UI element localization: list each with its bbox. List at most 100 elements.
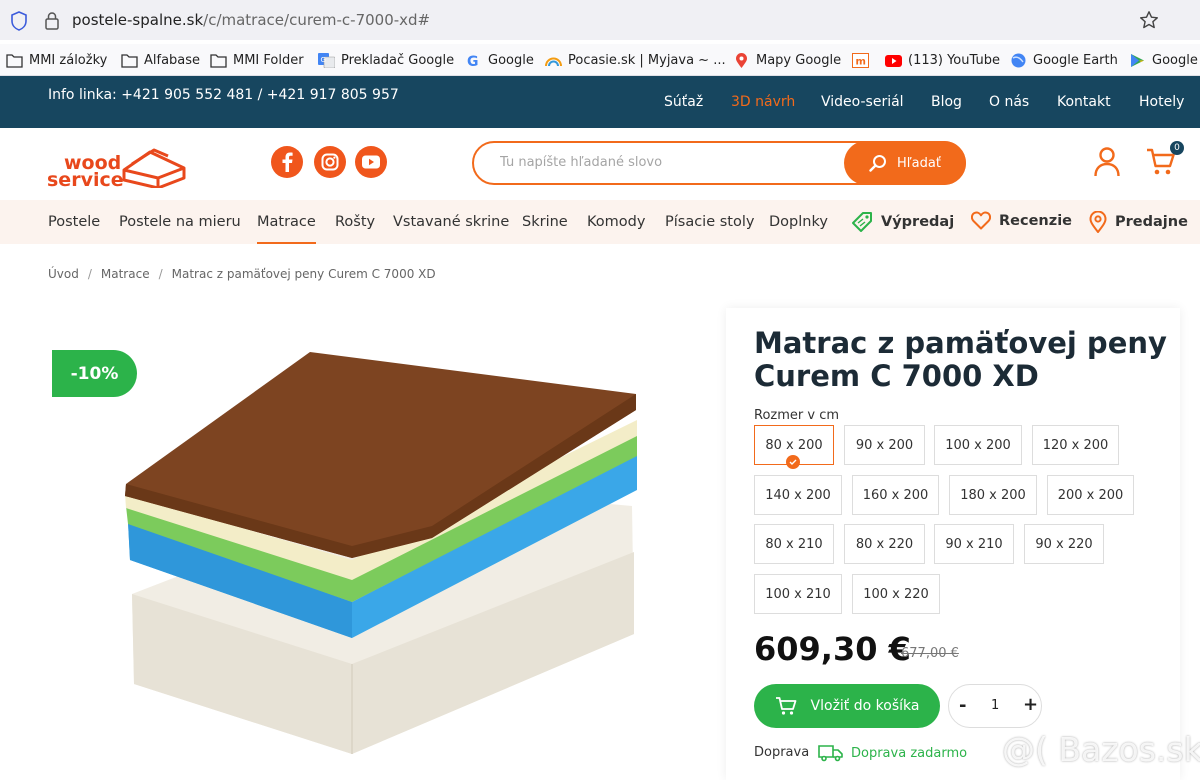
wood-service-logo[interactable]: wood service — [46, 138, 191, 190]
bookmark-youtube[interactable]: (113) YouTube — [885, 51, 1000, 69]
url-path: /c/matrace/curem-c-7000-xd# — [203, 11, 431, 29]
quantity-value[interactable]: 1 — [991, 698, 999, 713]
mattress-illustration — [125, 352, 637, 754]
category-matrace[interactable]: Matrace — [257, 214, 316, 244]
size-option-100x220[interactable]: 100 x 220 — [852, 574, 940, 614]
category-label: Recenzie — [999, 212, 1072, 229]
product-price: 609,30 € — [754, 630, 911, 668]
m-logo-icon: m — [852, 52, 869, 68]
bookmark-label: Google — [1152, 52, 1198, 68]
category-komody[interactable]: Komody — [587, 214, 645, 230]
bookmark-pocasie[interactable]: Pocasie.sk | Myjava ~ ... — [545, 51, 726, 69]
bookmark-google-earth[interactable]: Google Earth — [1010, 51, 1118, 69]
sale-tag-icon — [852, 212, 872, 232]
folder-icon — [210, 53, 227, 68]
topnav-blog[interactable]: Blog — [931, 94, 962, 110]
breadcrumb-matrace[interactable]: Matrace — [101, 267, 150, 281]
category-skrine[interactable]: Skrine — [522, 214, 568, 230]
bookmark-m-site[interactable]: m — [852, 51, 875, 69]
browser-url-bar: postele-spalne.sk/c/matrace/curem-c-7000… — [0, 0, 1200, 40]
google-translate-icon: G — [318, 52, 335, 68]
category-postele[interactable]: Postele — [48, 214, 100, 230]
size-option-160x200[interactable]: 160 x 200 — [852, 475, 939, 515]
size-option-140x200[interactable]: 140 x 200 — [754, 475, 842, 515]
address-field[interactable]: postele-spalne.sk/c/matrace/curem-c-7000… — [0, 2, 1168, 36]
category-vypredaj[interactable]: Výpredaj — [851, 211, 954, 233]
youtube-icon — [885, 54, 902, 67]
shipping-value: Doprava zadarmo — [851, 745, 968, 761]
category-rosty[interactable]: Rošty — [335, 214, 375, 230]
size-option-200x200[interactable]: 200 x 200 — [1047, 475, 1134, 515]
category-vstavane-skrine[interactable]: Vstavané skrine — [393, 214, 509, 230]
instagram-icon[interactable] — [314, 146, 346, 178]
lock-icon[interactable] — [44, 11, 60, 31]
bookmark-google[interactable]: G Google — [465, 51, 534, 69]
topnav-3d-navrh[interactable]: 3D návrh — [731, 94, 795, 110]
size-option-120x200[interactable]: 120 x 200 — [1032, 425, 1119, 465]
size-option-90x210[interactable]: 90 x 210 — [934, 524, 1014, 564]
size-option-90x220[interactable]: 90 x 220 — [1024, 524, 1104, 564]
bookmark-label: Pocasie.sk | Myjava ~ ... — [568, 52, 726, 68]
size-option-90x200[interactable]: 90 x 200 — [844, 425, 925, 465]
size-option-80x210[interactable]: 80 x 210 — [754, 524, 834, 564]
topnav-hotely[interactable]: Hotely — [1139, 94, 1184, 110]
bookmark-folder-alfabase[interactable]: Alfabase — [121, 51, 200, 69]
quantity-stepper: - 1 + — [948, 684, 1042, 728]
category-label: Predajne — [1115, 214, 1188, 230]
category-predajne[interactable]: Predajne — [1089, 211, 1188, 233]
category-label: Výpredaj — [881, 214, 955, 230]
breadcrumb-uvod[interactable]: Úvod — [48, 267, 79, 281]
shield-icon[interactable] — [10, 11, 28, 31]
location-pin-icon — [1089, 211, 1107, 233]
map-pin-icon — [736, 52, 747, 68]
svg-text:G: G — [321, 56, 326, 64]
bookmark-google-play[interactable]: Google — [1129, 51, 1198, 69]
folder-icon — [6, 53, 23, 68]
user-account-icon[interactable] — [1094, 147, 1120, 177]
bookmark-folder-mmi-zalozky[interactable]: MMI záložky — [6, 51, 107, 69]
bookmark-prekladac-google[interactable]: G Prekladač Google — [318, 51, 454, 69]
shipping-info: Doprava zadarmo — [818, 744, 967, 762]
facebook-icon[interactable] — [271, 146, 303, 178]
search-button-label: Hľadať — [897, 155, 941, 171]
size-option-80x220[interactable]: 80 x 220 — [844, 524, 925, 564]
category-pisacie-stoly[interactable]: Písacie stoly — [665, 214, 754, 230]
info-phone-line[interactable]: Info linka: +421 905 552 481 / +421 917 … — [48, 87, 399, 103]
svg-text:G: G — [467, 54, 479, 68]
add-to-cart-button[interactable]: Vložiť do košíka — [754, 684, 940, 728]
selected-check-icon — [786, 455, 800, 469]
size-option-100x210[interactable]: 100 x 210 — [754, 574, 842, 614]
bookmark-star-icon[interactable] — [1139, 10, 1159, 30]
bookmark-folder-mmi-folder[interactable]: MMI Folder — [210, 51, 304, 69]
quantity-increase-button[interactable]: + — [1023, 694, 1038, 715]
rainbow-icon — [545, 57, 562, 66]
category-recenzie[interactable]: Recenzie — [971, 211, 1072, 230]
size-option-180x200[interactable]: 180 x 200 — [949, 475, 1037, 515]
play-store-icon — [1131, 53, 1144, 67]
product-old-price: 677,00 € — [901, 646, 959, 661]
size-label: Rozmer v cm — [754, 408, 840, 423]
topnav-sutaz[interactable]: Súťaž — [664, 94, 703, 110]
add-to-cart-label: Vložiť do košíka — [810, 698, 920, 714]
topnav-kontakt[interactable]: Kontakt — [1057, 94, 1111, 110]
topnav-o-nas[interactable]: O nás — [989, 94, 1029, 110]
search-input[interactable] — [500, 155, 830, 170]
youtube-icon[interactable] — [355, 146, 387, 178]
search-button[interactable]: Hľadať — [844, 141, 966, 185]
url-domain: postele-spalne.sk — [72, 11, 204, 29]
product-image[interactable] — [52, 334, 698, 780]
size-option-100x200[interactable]: 100 x 200 — [934, 425, 1022, 465]
category-doplnky[interactable]: Doplnky — [769, 214, 828, 230]
bookmark-mapy-google[interactable]: Mapy Google — [733, 51, 841, 69]
category-postele-na-mieru[interactable]: Postele na mieru — [119, 214, 241, 230]
bookmark-label: Mapy Google — [756, 52, 842, 68]
url-text[interactable]: postele-spalne.sk/c/matrace/curem-c-7000… — [72, 11, 430, 29]
quantity-decrease-button[interactable]: - — [959, 695, 966, 716]
shipping-label: Doprava — [754, 745, 810, 760]
bookmark-label: Prekladač Google — [341, 52, 455, 68]
discount-badge: -10% — [52, 350, 137, 397]
cart-count-badge: 0 — [1170, 141, 1184, 155]
bookmark-label: Alfabase — [144, 52, 201, 68]
topnav-video-serial[interactable]: Video-seriál — [821, 94, 904, 110]
bookmark-label: MMI Folder — [233, 52, 304, 68]
